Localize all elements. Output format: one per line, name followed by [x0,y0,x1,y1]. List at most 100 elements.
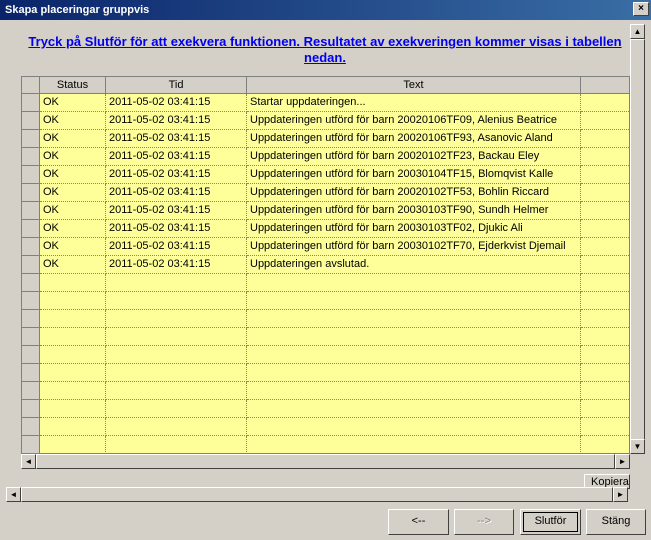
back-button[interactable]: <-- [388,509,449,535]
table-row[interactable] [40,292,629,310]
time-cell[interactable] [106,382,247,400]
row-header[interactable] [22,202,40,220]
time-cell[interactable]: 2011-05-02 03:41:15 [106,130,247,148]
window-scroll-right-icon[interactable]: ► [613,487,628,502]
text-cell[interactable]: Uppdateringen utförd för barn 20030103TF… [247,220,581,238]
table-row[interactable]: OK 2011-05-02 03:41:15 Uppdateringen utför… [40,238,629,256]
time-cell[interactable]: 2011-05-02 03:41:15 [106,238,247,256]
table-row[interactable]: OK 2011-05-02 03:41:15 Uppdateringen utför… [40,112,629,130]
table-row[interactable] [40,364,629,382]
row-header[interactable] [22,364,40,382]
time-cell[interactable] [106,310,247,328]
status-cell[interactable]: OK [40,166,106,184]
window-scroll-left-icon[interactable]: ◄ [6,487,21,502]
table-row[interactable]: OK 2011-05-02 03:41:15 Uppdateringen utför… [40,130,629,148]
text-cell[interactable]: Uppdateringen utförd för barn 20020102TF… [247,148,581,166]
time-cell[interactable] [106,274,247,292]
table-row[interactable] [40,436,629,453]
text-cell[interactable] [247,400,581,418]
status-cell[interactable]: OK [40,238,106,256]
column-header-tid[interactable]: Tid [106,77,247,94]
table-row[interactable]: OK 2011-05-02 03:41:15 Uppdateringen utför… [40,148,629,166]
table-horizontal-scroll-thumb[interactable] [36,454,615,469]
status-cell[interactable] [40,310,106,328]
status-cell[interactable]: OK [40,220,106,238]
time-cell[interactable] [106,346,247,364]
row-header[interactable] [22,274,40,292]
table-row[interactable]: OK 2011-05-02 03:41:15 Uppdateringen utför… [40,220,629,238]
text-cell[interactable] [247,274,581,292]
scroll-down-icon[interactable]: ▼ [630,439,645,454]
time-cell[interactable]: 2011-05-02 03:41:15 [106,256,247,274]
row-header[interactable] [22,94,40,112]
result-table[interactable]: Status Tid Text OK 2011-05-02 03:41:15 Sta… [21,76,630,454]
close-button[interactable]: Stäng [586,509,646,535]
text-cell[interactable]: Uppdateringen utförd för barn 20020102TF… [247,184,581,202]
status-cell[interactable] [40,346,106,364]
text-cell[interactable]: Uppdateringen utförd för barn 20020106TF… [247,112,581,130]
table-horizontal-scrollbar[interactable]: ◄ ► [21,454,630,469]
row-header[interactable] [22,328,40,346]
time-cell[interactable] [106,292,247,310]
time-cell[interactable]: 2011-05-02 03:41:15 [106,94,247,112]
status-cell[interactable] [40,436,106,453]
table-row[interactable]: OK 2011-05-02 03:41:15 Uppdateringen utför… [40,184,629,202]
row-header[interactable] [22,184,40,202]
table-row[interactable] [40,274,629,292]
table-row[interactable] [40,310,629,328]
status-cell[interactable]: OK [40,256,106,274]
row-header[interactable] [22,436,40,453]
window-horizontal-scroll-thumb[interactable] [21,487,613,502]
status-cell[interactable]: OK [40,94,106,112]
status-cell[interactable]: OK [40,130,106,148]
time-cell[interactable]: 2011-05-02 03:41:15 [106,148,247,166]
time-cell[interactable]: 2011-05-02 03:41:15 [106,202,247,220]
instruction-link[interactable]: Tryck på Slutför för att exekvera funkti… [22,34,628,66]
table-scroll-left-icon[interactable]: ◄ [21,454,36,469]
row-header[interactable] [22,238,40,256]
time-cell[interactable]: 2011-05-02 03:41:15 [106,112,247,130]
status-cell[interactable] [40,274,106,292]
next-button[interactable]: --> [454,509,514,535]
close-window-button[interactable]: × [633,2,649,16]
text-cell[interactable] [247,346,581,364]
text-cell[interactable]: Uppdateringen utförd för barn 20030102TF… [247,238,581,256]
table-row[interactable]: OK 2011-05-02 03:41:15 Uppdateringen avslu… [40,256,629,274]
row-header[interactable] [22,220,40,238]
text-cell[interactable]: Startar uppdateringen... [247,94,581,112]
time-cell[interactable]: 2011-05-02 03:41:15 [106,184,247,202]
row-header[interactable] [22,292,40,310]
table-row[interactable] [40,382,629,400]
time-cell[interactable] [106,328,247,346]
time-cell[interactable] [106,364,247,382]
table-row[interactable]: OK 2011-05-02 03:41:15 Uppdateringen utför… [40,166,629,184]
row-header[interactable] [22,112,40,130]
time-cell[interactable]: 2011-05-02 03:41:15 [106,166,247,184]
row-header[interactable] [22,166,40,184]
status-cell[interactable]: OK [40,148,106,166]
status-cell[interactable]: OK [40,202,106,220]
text-cell[interactable] [247,364,581,382]
status-cell[interactable] [40,328,106,346]
table-row[interactable] [40,400,629,418]
text-cell[interactable] [247,418,581,436]
text-cell[interactable]: Uppdateringen utförd för barn 20020106TF… [247,130,581,148]
column-header-status[interactable]: Status [40,77,106,94]
status-cell[interactable] [40,418,106,436]
text-cell[interactable] [247,328,581,346]
time-cell[interactable] [106,400,247,418]
row-header[interactable] [22,256,40,274]
row-header[interactable] [22,130,40,148]
text-cell[interactable]: Uppdateringen avslutad. [247,256,581,274]
column-header-text[interactable]: Text [247,77,581,94]
vertical-scrollbar[interactable]: ▲ ▼ [630,24,645,454]
status-cell[interactable]: OK [40,112,106,130]
window-horizontal-scrollbar[interactable]: ◄ ► [6,487,628,502]
row-header[interactable] [22,400,40,418]
row-header[interactable] [22,310,40,328]
row-header[interactable] [22,346,40,364]
time-cell[interactable] [106,436,247,453]
scroll-up-icon[interactable]: ▲ [630,24,645,39]
status-cell[interactable] [40,400,106,418]
text-cell[interactable] [247,382,581,400]
